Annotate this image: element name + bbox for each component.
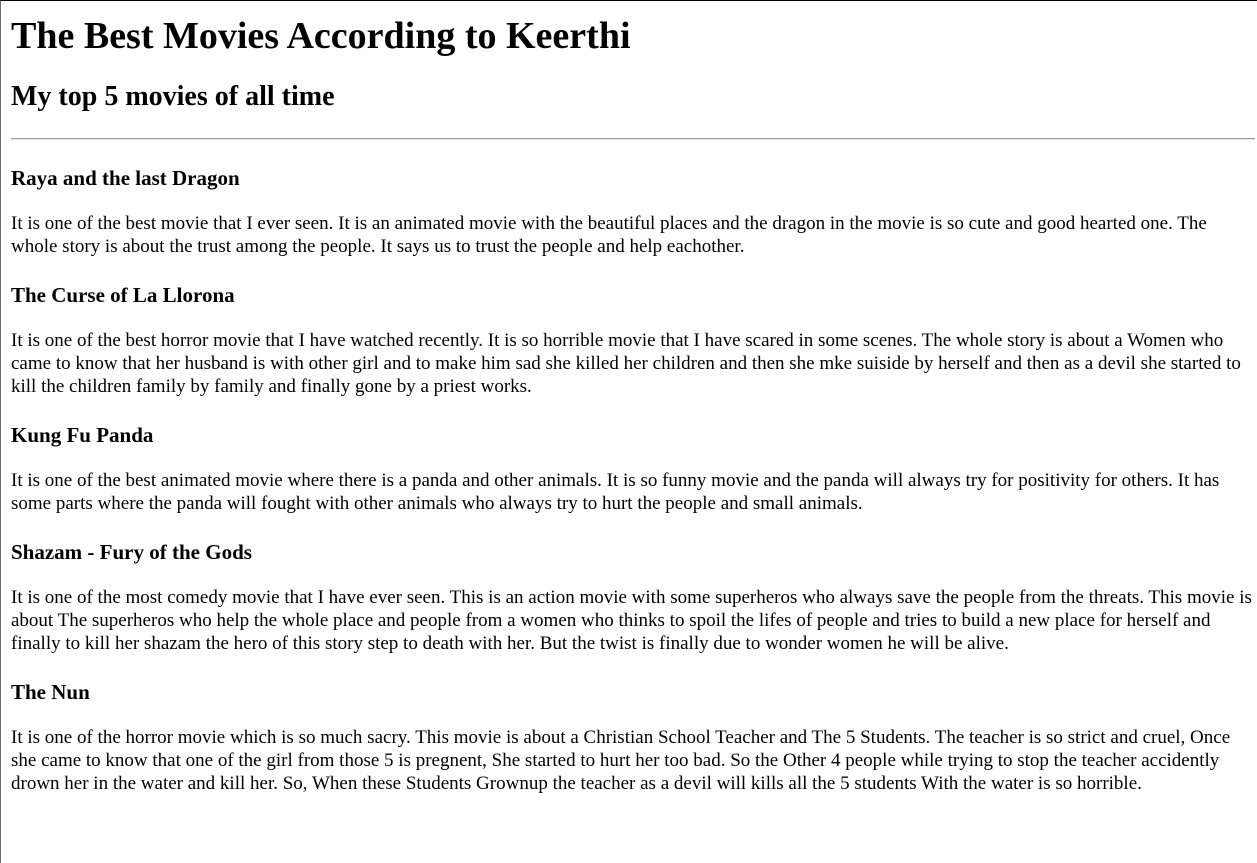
movie-title: The Curse of La Llorona	[11, 283, 235, 307]
page-content: The Best Movies According to Keerthi My …	[1, 14, 1257, 795]
movie-entry-la-llorona: The Curse of La Llorona It is one of the…	[11, 282, 1257, 398]
movie-title: Raya and the last Dragon	[11, 166, 240, 190]
movie-entry-the-nun: The Nun It is one of the horror movie wh…	[11, 679, 1257, 795]
movie-title: The Nun	[11, 680, 90, 704]
movie-entry-raya: Raya and the last Dragon It is one of th…	[11, 165, 1257, 258]
movie-title: Kung Fu Panda	[11, 423, 154, 447]
movie-description: It is one of the horror movie which is s…	[11, 727, 1231, 794]
movie-entry-kung-fu-panda: Kung Fu Panda It is one of the best anim…	[11, 422, 1257, 515]
horizontal-divider	[11, 138, 1255, 140]
movie-description: It is one of the best movie that I ever …	[11, 213, 1207, 257]
movie-description: It is one of the best animated movie whe…	[11, 470, 1220, 514]
page-title: The Best Movies According to Keerthi	[11, 15, 631, 57]
movie-title: Shazam - Fury of the Gods	[11, 540, 252, 564]
page-subtitle: My top 5 movies of all time	[11, 81, 335, 112]
movie-entry-shazam: Shazam - Fury of the Gods It is one of t…	[11, 539, 1257, 655]
movie-description: It is one of the best horror movie that …	[11, 330, 1241, 397]
movie-description: It is one of the most comedy movie that …	[11, 587, 1252, 654]
